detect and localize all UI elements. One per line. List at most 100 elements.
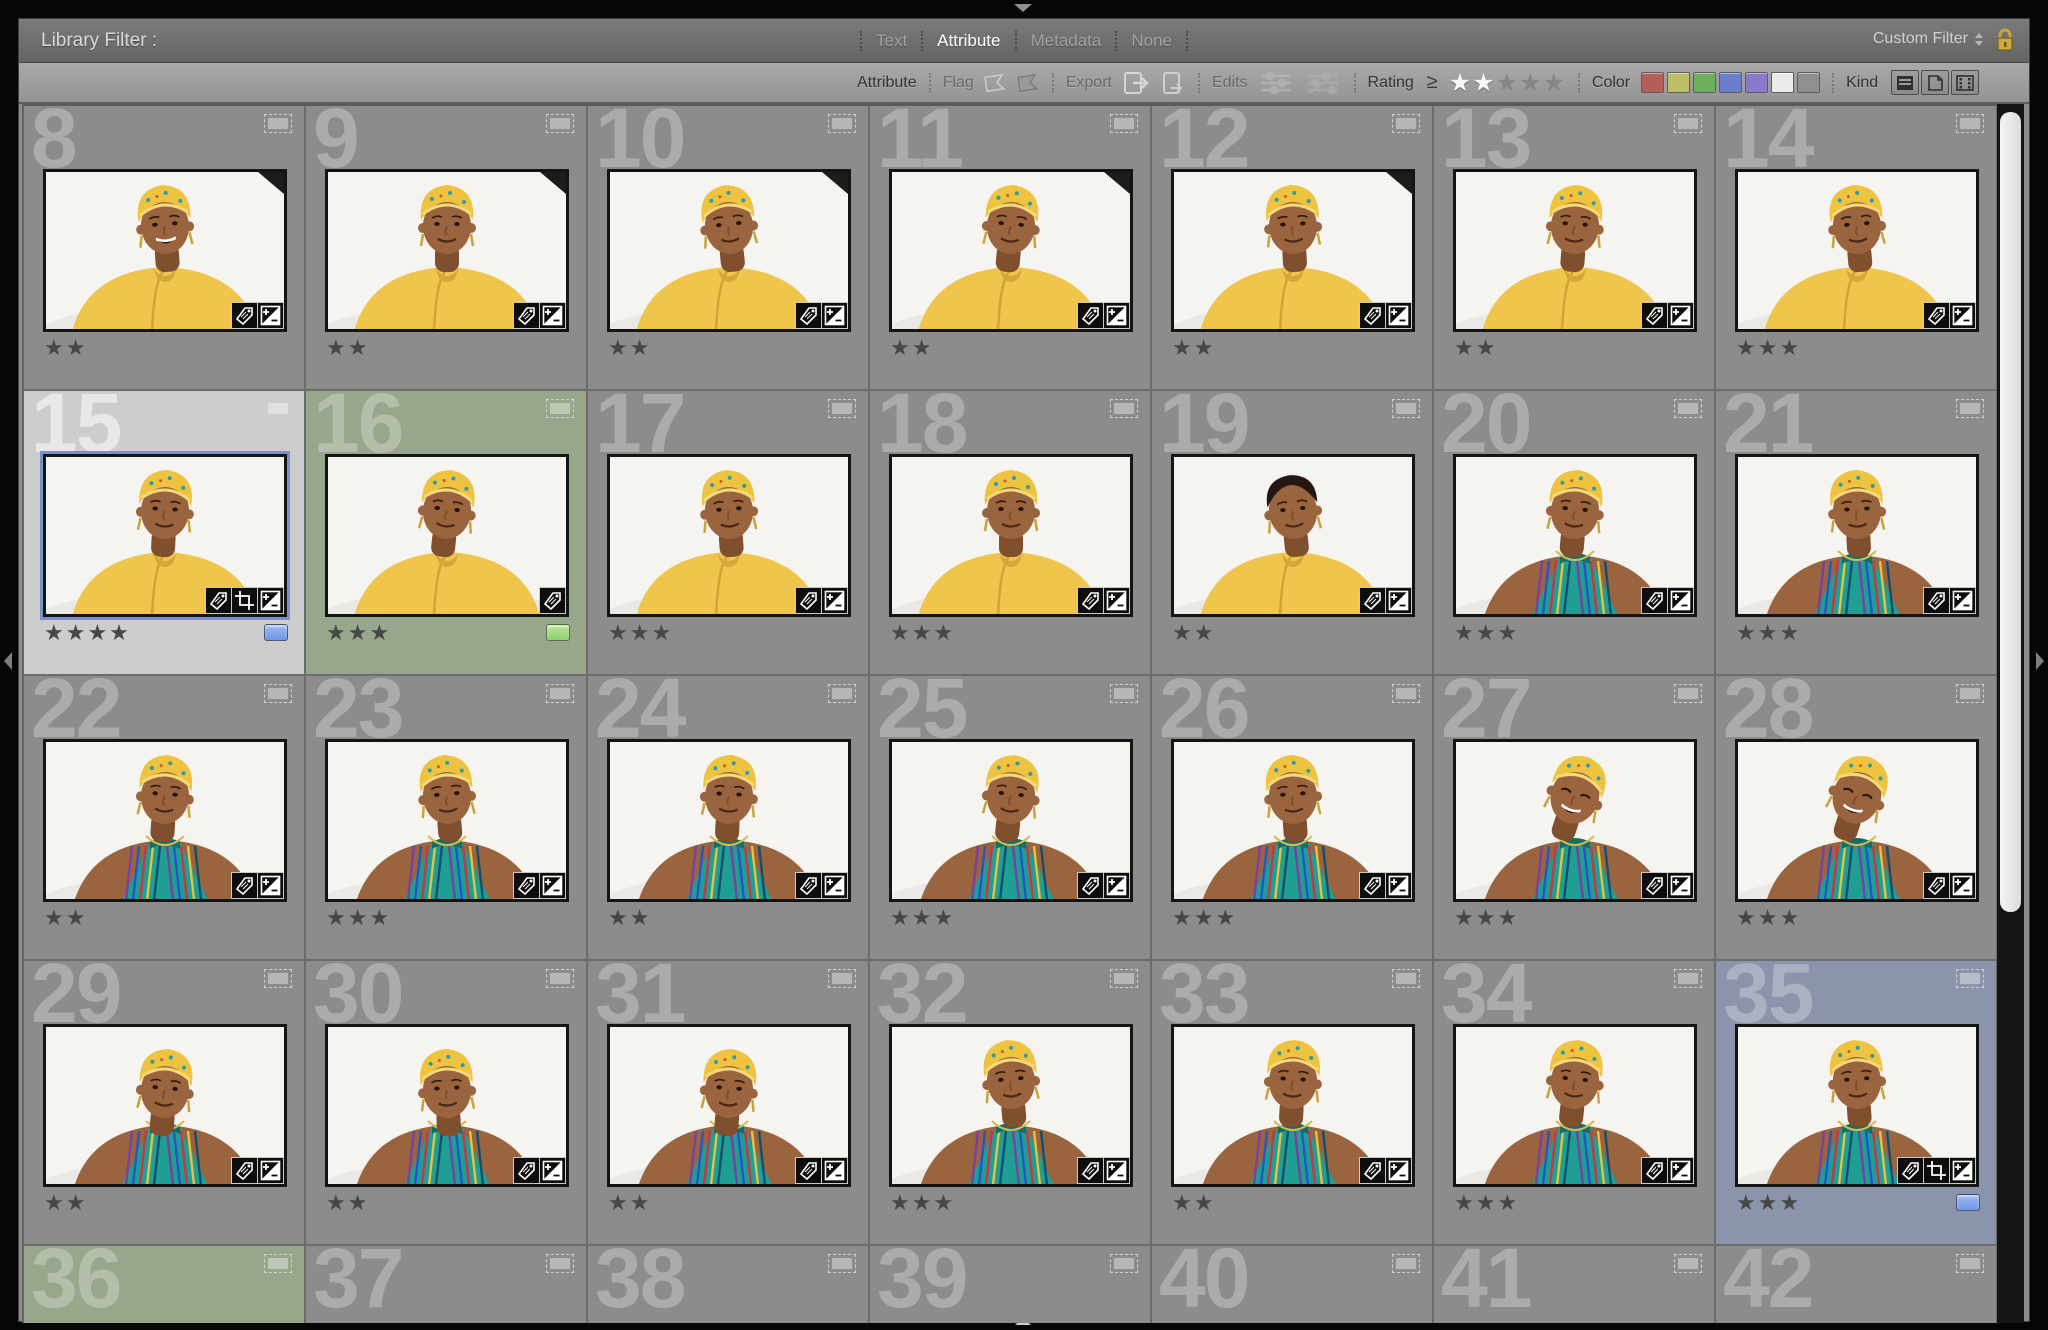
cell-star-rating[interactable]: ★★ [1454,336,1497,361]
thumbnail-marker-icon[interactable] [1110,399,1138,418]
keywords-badge-icon[interactable] [1642,303,1667,328]
keywords-badge-icon[interactable] [796,1158,821,1183]
adjustments-badge-icon[interactable] [258,1158,283,1183]
thumbnail-marker-icon[interactable] [1110,114,1138,133]
grid-cell-16[interactable]: 16★★★ [306,391,588,676]
keywords-badge-icon[interactable] [1078,588,1103,613]
grid-cell-29[interactable]: 29★★ [24,961,306,1246]
thumbnail-marker-icon[interactable] [546,399,574,418]
grid-cell-23[interactable]: 23★★★ [306,676,588,961]
grid-cell-42[interactable]: 42 [1716,1246,1998,1323]
cell-star-rating[interactable]: ★★★ [326,906,391,931]
keywords-badge-icon[interactable] [1924,303,1949,328]
keywords-badge-icon[interactable] [796,873,821,898]
cell-star-rating[interactable]: ★★★ [1454,1191,1519,1216]
thumbnail-marker-icon[interactable] [546,969,574,988]
adjustments-badge-icon[interactable] [258,588,283,613]
grid-cell-19[interactable]: 19★★ [1152,391,1434,676]
thumbnail-marker-icon[interactable] [1674,399,1702,418]
grid-cell-31[interactable]: 31★★ [588,961,870,1246]
keywords-badge-icon[interactable] [232,1158,257,1183]
adjustments-badge-icon[interactable] [1386,1158,1411,1183]
thumbnail-marker-icon[interactable] [1392,684,1420,703]
cell-star-rating[interactable]: ★★★ [1736,1191,1801,1216]
grid-cell-13[interactable]: 13★★ [1434,106,1716,391]
cell-star-rating[interactable]: ★★★ [1736,906,1801,931]
photo-thumbnail[interactable] [1735,739,1979,902]
grid-cell-41[interactable]: 41 [1434,1246,1716,1323]
grid-cell-12[interactable]: 12★★ [1152,106,1434,391]
adjustments-badge-icon[interactable] [1950,303,1975,328]
color-swatch-5[interactable] [1745,72,1768,93]
adjustments-badge-icon[interactable] [822,1158,847,1183]
photo-thumbnail[interactable] [43,454,287,617]
thumbnail-marker-icon[interactable] [1110,969,1138,988]
thumbnail-marker-icon[interactable] [546,1254,574,1273]
grid-cell-10[interactable]: 10★★ [588,106,870,391]
thumbnail-marker-icon[interactable] [1674,684,1702,703]
photo-thumbnail[interactable] [43,739,287,902]
adjustments-badge-icon[interactable] [822,303,847,328]
grid-cell-9[interactable]: 9★★ [306,106,588,391]
thumbnail-marker-icon[interactable] [1956,1254,1984,1273]
cell-star-rating[interactable]: ★★★ [890,906,955,931]
green-color-label-chip[interactable] [546,624,570,641]
color-swatch-4[interactable] [1719,72,1742,93]
cell-star-rating[interactable]: ★★ [608,1191,651,1216]
thumbnail-marker-icon[interactable] [264,1254,292,1273]
cell-star-rating[interactable]: ★★ [608,906,651,931]
rating-star-4-icon[interactable]: ★ [1519,70,1542,95]
grid-cell-17[interactable]: 17★★★ [588,391,870,676]
rating-star-2-icon[interactable]: ★ [1472,70,1495,95]
keywords-badge-icon[interactable] [1642,873,1667,898]
adjustments-badge-icon[interactable] [1386,588,1411,613]
keywords-badge-icon[interactable] [514,303,539,328]
photo-thumbnail[interactable] [889,169,1133,332]
thumbnail-marker-icon[interactable] [1392,114,1420,133]
thumbnail-marker-icon[interactable] [1110,684,1138,703]
photo-thumbnail[interactable] [43,169,287,332]
keywords-badge-icon[interactable] [1898,1158,1923,1183]
grid-cell-20[interactable]: 20★★★ [1434,391,1716,676]
unedited-filter-icon[interactable] [1304,69,1342,97]
grid-cell-27[interactable]: 27★★★ [1434,676,1716,961]
cell-star-rating[interactable]: ★★ [44,336,87,361]
keywords-badge-icon[interactable] [796,588,821,613]
grid-cell-22[interactable]: 22★★ [24,676,306,961]
photo-thumbnail[interactable] [1735,169,1979,332]
grid-cell-26[interactable]: 26★★★ [1152,676,1434,961]
adjustments-badge-icon[interactable] [540,873,565,898]
grid-cell-14[interactable]: 14★★★ [1716,106,1998,391]
thumbnail-marker-icon[interactable] [264,114,292,133]
photo-thumbnail[interactable] [889,454,1133,617]
thumbnail-marker-icon[interactable] [828,1254,856,1273]
adjustments-badge-icon[interactable] [1950,873,1975,898]
edited-filter-icon[interactable] [1257,69,1295,97]
thumbnail-marker-icon[interactable] [828,969,856,988]
photo-thumbnail[interactable] [1171,454,1415,617]
adjustments-badge-icon[interactable] [1950,588,1975,613]
keywords-badge-icon[interactable] [1360,588,1385,613]
filter-tab-attribute[interactable]: Attribute [923,31,1014,51]
thumbnail-marker-icon[interactable] [264,399,292,418]
grid-cell-30[interactable]: 30★★ [306,961,588,1246]
kind-master-photos-icon[interactable] [1891,70,1919,95]
thumbnail-marker-icon[interactable] [828,684,856,703]
thumbnail-marker-icon[interactable] [1956,399,1984,418]
keywords-badge-icon[interactable] [1924,873,1949,898]
adjustments-badge-icon[interactable] [258,303,283,328]
cell-star-rating[interactable]: ★★ [1172,621,1215,646]
cell-star-rating[interactable]: ★★★ [1454,621,1519,646]
photo-thumbnail[interactable] [325,739,569,902]
left-panel-collapse-icon[interactable] [4,652,12,670]
grid-cell-21[interactable]: 21★★★ [1716,391,1998,676]
grid-cell-38[interactable]: 38 [588,1246,870,1323]
adjustments-badge-icon[interactable] [1668,303,1693,328]
keywords-badge-icon[interactable] [1642,1158,1667,1183]
crop-badge-icon[interactable] [232,588,257,613]
rating-star-5-icon[interactable]: ★ [1542,70,1565,95]
photo-thumbnail[interactable] [889,1024,1133,1187]
keywords-badge-icon[interactable] [1924,588,1949,613]
photo-thumbnail[interactable] [607,1024,851,1187]
right-panel-collapse-icon[interactable] [2036,652,2044,670]
